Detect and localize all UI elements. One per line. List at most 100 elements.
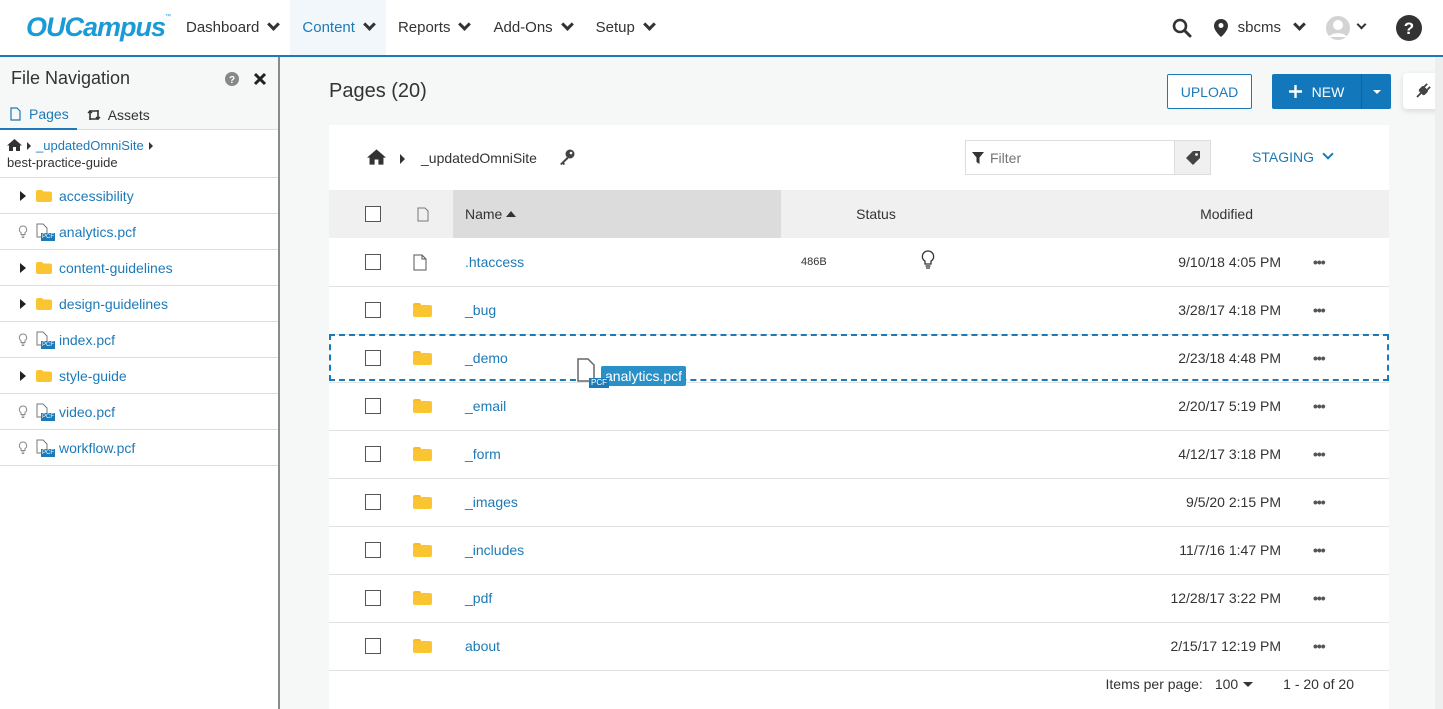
tab-pages[interactable]: Pages — [0, 100, 77, 130]
new-button-label: NEW — [1311, 83, 1345, 100]
table-row[interactable]: _pdf 12/28/17 3:22 PM ••• — [329, 574, 1389, 622]
oucampus-logo[interactable]: OUCampus ™ — [26, 12, 171, 42]
caret-down-icon — [1372, 89, 1381, 94]
utility-nav: sbcms ? — [1162, 0, 1443, 55]
expand-caret-icon[interactable] — [20, 262, 26, 273]
breadcrumb-site[interactable]: _updatedOmniSite — [421, 150, 537, 166]
tag-icon — [1185, 150, 1200, 165]
more-actions-icon[interactable]: ••• — [1313, 350, 1326, 366]
table-row[interactable]: _images 9/5/20 2:15 PM ••• — [329, 478, 1389, 526]
file-name-link[interactable]: _pdf — [465, 590, 492, 606]
sidebar-item-style-guide[interactable]: style-guide — [0, 358, 278, 394]
file-name-link[interactable]: _demo — [465, 350, 508, 366]
file-navigation-header: File Navigation ? — [0, 57, 278, 100]
drag-ghost: PCF analytics.pcf — [577, 358, 687, 388]
chevron-down-icon — [363, 18, 376, 31]
sidebar-breadcrumb: _updatedOmniSite best-practice-guide — [0, 130, 278, 178]
lightbulb-icon — [18, 224, 28, 238]
more-actions-icon[interactable]: ••• — [1313, 590, 1326, 606]
nav-content[interactable]: Content — [290, 0, 386, 55]
table-row[interactable]: _demo 2/23/18 4:48 PM ••• — [329, 334, 1389, 382]
upload-button[interactable]: UPLOAD — [1167, 74, 1252, 109]
items-per-page-select[interactable]: 100 — [1215, 676, 1254, 692]
expand-caret-icon[interactable] — [20, 298, 26, 309]
modified-date: 9/5/20 2:15 PM — [1186, 494, 1281, 510]
sidebar-item-label: video.pcf — [59, 403, 116, 420]
file-name-link[interactable]: _email — [465, 398, 506, 414]
page-scrollbar[interactable] — [1435, 57, 1443, 709]
environment-selector[interactable]: STAGING — [1252, 148, 1334, 165]
site-name: sbcms — [1237, 19, 1281, 36]
nav-label: Add-Ons — [493, 19, 553, 36]
new-button[interactable]: NEW — [1272, 74, 1361, 109]
breadcrumb-link-site[interactable]: _updatedOmniSite — [36, 138, 144, 153]
sidebar-item-analytics-pcf[interactable]: PCF analytics.pcf — [0, 214, 278, 250]
file-navigation-panel: File Navigation ? Pages Assets _updatedO… — [0, 57, 280, 709]
file-name-link[interactable]: .htaccess — [465, 254, 524, 270]
expand-caret-icon[interactable] — [20, 190, 26, 201]
file-name-link[interactable]: about — [465, 638, 500, 654]
nav-add-ons[interactable]: Add-Ons — [481, 0, 583, 55]
key-icon[interactable] — [559, 149, 575, 165]
help-button[interactable]: ? — [1395, 14, 1423, 42]
map-marker-icon — [1213, 18, 1228, 37]
lightbulb-icon — [18, 404, 28, 418]
file-size: 486B — [801, 256, 827, 268]
file-navigation-tabs: Pages Assets — [0, 100, 278, 130]
more-actions-icon[interactable]: ••• — [1313, 302, 1326, 318]
more-actions-icon[interactable]: ••• — [1313, 638, 1326, 654]
home-icon[interactable] — [367, 149, 386, 165]
nav-reports[interactable]: Reports — [386, 0, 482, 55]
chevron-down-icon — [458, 18, 472, 31]
home-icon[interactable] — [7, 139, 22, 151]
close-icon[interactable] — [253, 72, 267, 86]
table-row[interactable]: .htaccess 486B 9/10/18 4:05 PM ••• — [329, 238, 1389, 286]
file-name-link[interactable]: _includes — [465, 542, 524, 558]
sidebar-item-label: design-guidelines — [59, 295, 168, 312]
file-name-link[interactable]: _form — [465, 446, 501, 462]
expand-caret-icon[interactable] — [20, 370, 26, 381]
folder-icon — [413, 398, 432, 413]
table-row[interactable]: _form 4/12/17 3:18 PM ••• — [329, 430, 1389, 478]
sidebar-item-video-pcf[interactable]: PCF video.pcf — [0, 394, 278, 430]
nav-dashboard[interactable]: Dashboard — [174, 0, 290, 55]
folder-icon — [413, 302, 432, 317]
sidebar-item-workflow-pcf[interactable]: PCF workflow.pcf — [0, 430, 278, 466]
sidebar-item-design-guidelines[interactable]: design-guidelines — [0, 286, 278, 322]
search-button[interactable] — [1162, 18, 1202, 38]
nav-setup[interactable]: Setup — [584, 0, 666, 55]
column-header-modified[interactable]: Modified — [991, 190, 1309, 238]
user-menu[interactable] — [1326, 15, 1367, 40]
file-name-link[interactable]: _images — [465, 494, 518, 510]
main-nav: Dashboard Content Reports Add-Ons Setup — [174, 0, 666, 55]
folder-icon — [413, 590, 432, 605]
panel-title: File Navigation — [11, 68, 131, 88]
sidebar-item-index-pcf[interactable]: PCF index.pcf — [0, 322, 278, 358]
file-name-link[interactable]: _bug — [465, 302, 496, 318]
more-actions-icon[interactable]: ••• — [1313, 398, 1326, 414]
table-row[interactable]: _includes 11/7/16 1:47 PM ••• — [329, 526, 1389, 574]
more-actions-icon[interactable]: ••• — [1313, 254, 1326, 270]
table-row[interactable]: _bug 3/28/17 4:18 PM ••• — [329, 286, 1389, 334]
caret-right-icon — [400, 154, 405, 164]
help-circle-icon[interactable]: ? — [225, 71, 239, 86]
sidebar-item-label: index.pcf — [59, 331, 116, 348]
column-header-name[interactable]: Name — [453, 190, 781, 238]
more-actions-icon[interactable]: ••• — [1313, 542, 1326, 558]
table-row[interactable]: _email 2/20/17 5:19 PM ••• — [329, 382, 1389, 430]
tag-filter-button[interactable] — [1174, 141, 1210, 174]
more-actions-icon[interactable]: ••• — [1313, 494, 1326, 510]
tab-assets[interactable]: Assets — [77, 100, 158, 130]
sidebar-item-accessibility[interactable]: accessibility — [0, 178, 278, 214]
more-actions-icon[interactable]: ••• — [1313, 446, 1326, 462]
new-dropdown-toggle[interactable] — [1361, 74, 1391, 109]
modified-date: 2/20/17 5:19 PM — [1178, 398, 1281, 414]
select-all-checkbox[interactable] — [365, 206, 381, 222]
sidebar-item-content-guidelines[interactable]: content-guidelines — [0, 250, 278, 286]
items-per-page-label: Items per page: — [1105, 676, 1203, 692]
status-cell — [831, 382, 991, 430]
site-selector[interactable]: sbcms — [1213, 18, 1306, 37]
filter-input[interactable] — [966, 141, 1174, 174]
search-icon — [1172, 18, 1192, 37]
folder-icon — [413, 542, 432, 557]
